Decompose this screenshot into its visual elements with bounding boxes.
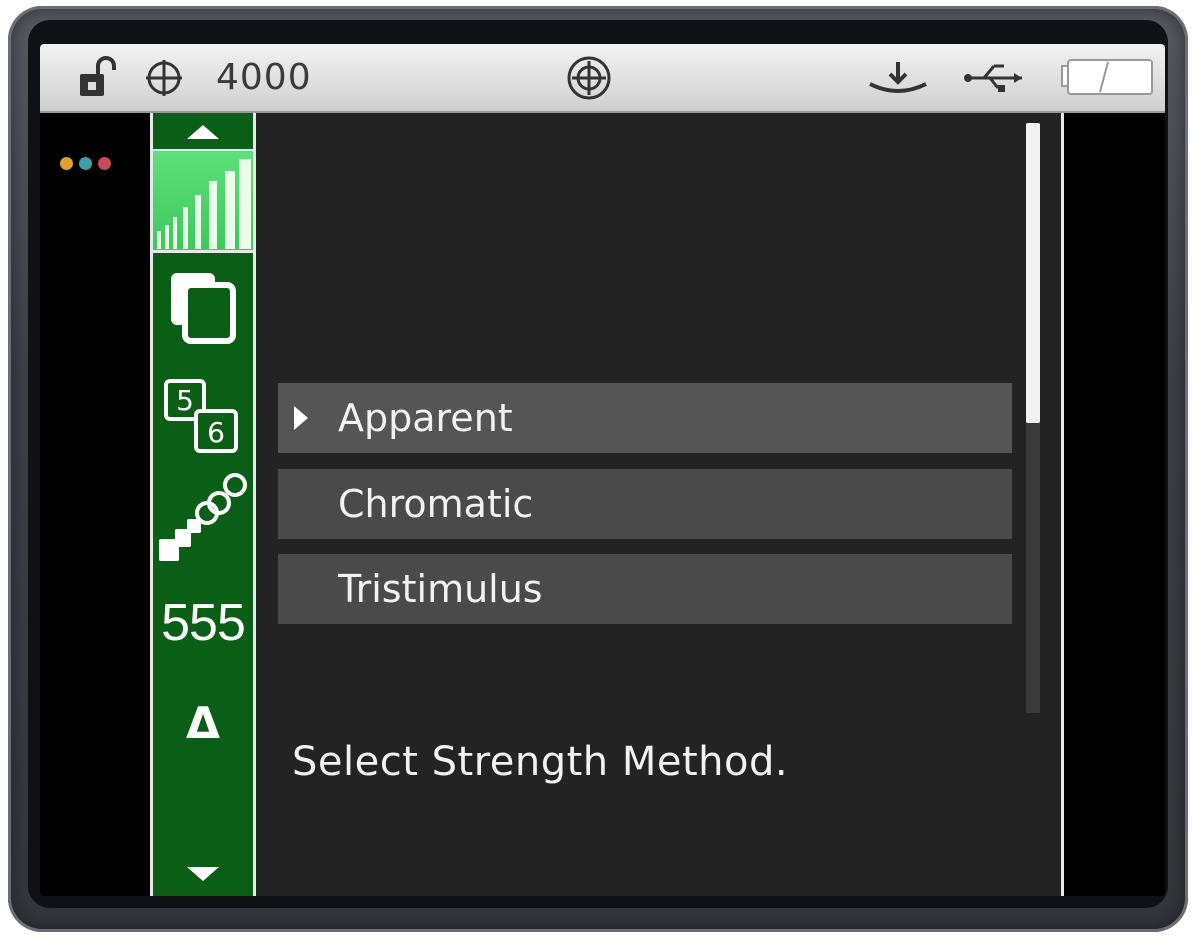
download-tray-icon[interactable] (866, 44, 930, 111)
device-screen: 4000 5 6 555 Δ Apparent Chromatic Tristi… (40, 44, 1165, 896)
copy-pages-icon[interactable] (153, 269, 253, 345)
option-label: Apparent (338, 396, 513, 440)
main-panel: Apparent Chromatic Tristimulus Select St… (256, 113, 1061, 896)
status-value-text: 4000 (216, 57, 312, 98)
scatter-dots-icon[interactable] (153, 471, 253, 571)
menu-scrollbar[interactable] (1026, 123, 1040, 713)
option-apparent[interactable]: Apparent (278, 383, 1012, 453)
svg-text:5: 5 (176, 384, 194, 417)
signal-bars-button[interactable] (153, 149, 253, 253)
sample-5-6-icon[interactable]: 5 6 (153, 375, 253, 461)
lock-open-icon[interactable] (76, 44, 124, 111)
tool-sidebar: 5 6 555 Δ (150, 113, 256, 896)
delta-button[interactable]: Δ (153, 698, 253, 749)
count-value[interactable]: 555 (153, 593, 253, 653)
status-value: 4000 (216, 44, 312, 111)
option-label: Chromatic (338, 482, 534, 526)
option-tristimulus[interactable]: Tristimulus (278, 554, 1012, 624)
battery-icon (1060, 44, 1156, 111)
status-bar: 4000 (40, 44, 1165, 113)
arrow-up-icon[interactable] (153, 121, 253, 141)
arrow-down-icon[interactable] (153, 865, 253, 885)
indicator-dots[interactable] (60, 157, 111, 170)
selection-caret-icon (294, 406, 308, 430)
indicator-dot-orange (60, 157, 73, 170)
instruction-text: Select Strength Method. (292, 739, 789, 785)
indicator-dot-teal (79, 157, 92, 170)
option-label: Tristimulus (338, 567, 543, 611)
target-icon[interactable] (564, 44, 614, 111)
right-pad (1061, 113, 1165, 896)
usb-icon[interactable] (962, 44, 1028, 111)
indicator-dot-red (98, 157, 111, 170)
option-chromatic[interactable]: Chromatic (278, 469, 1012, 539)
scrollbar-thumb[interactable] (1026, 123, 1040, 423)
signal-bars-icon (157, 159, 251, 249)
crosshair-icon[interactable] (144, 44, 184, 111)
svg-text:6: 6 (207, 416, 225, 449)
left-pad (40, 113, 150, 896)
